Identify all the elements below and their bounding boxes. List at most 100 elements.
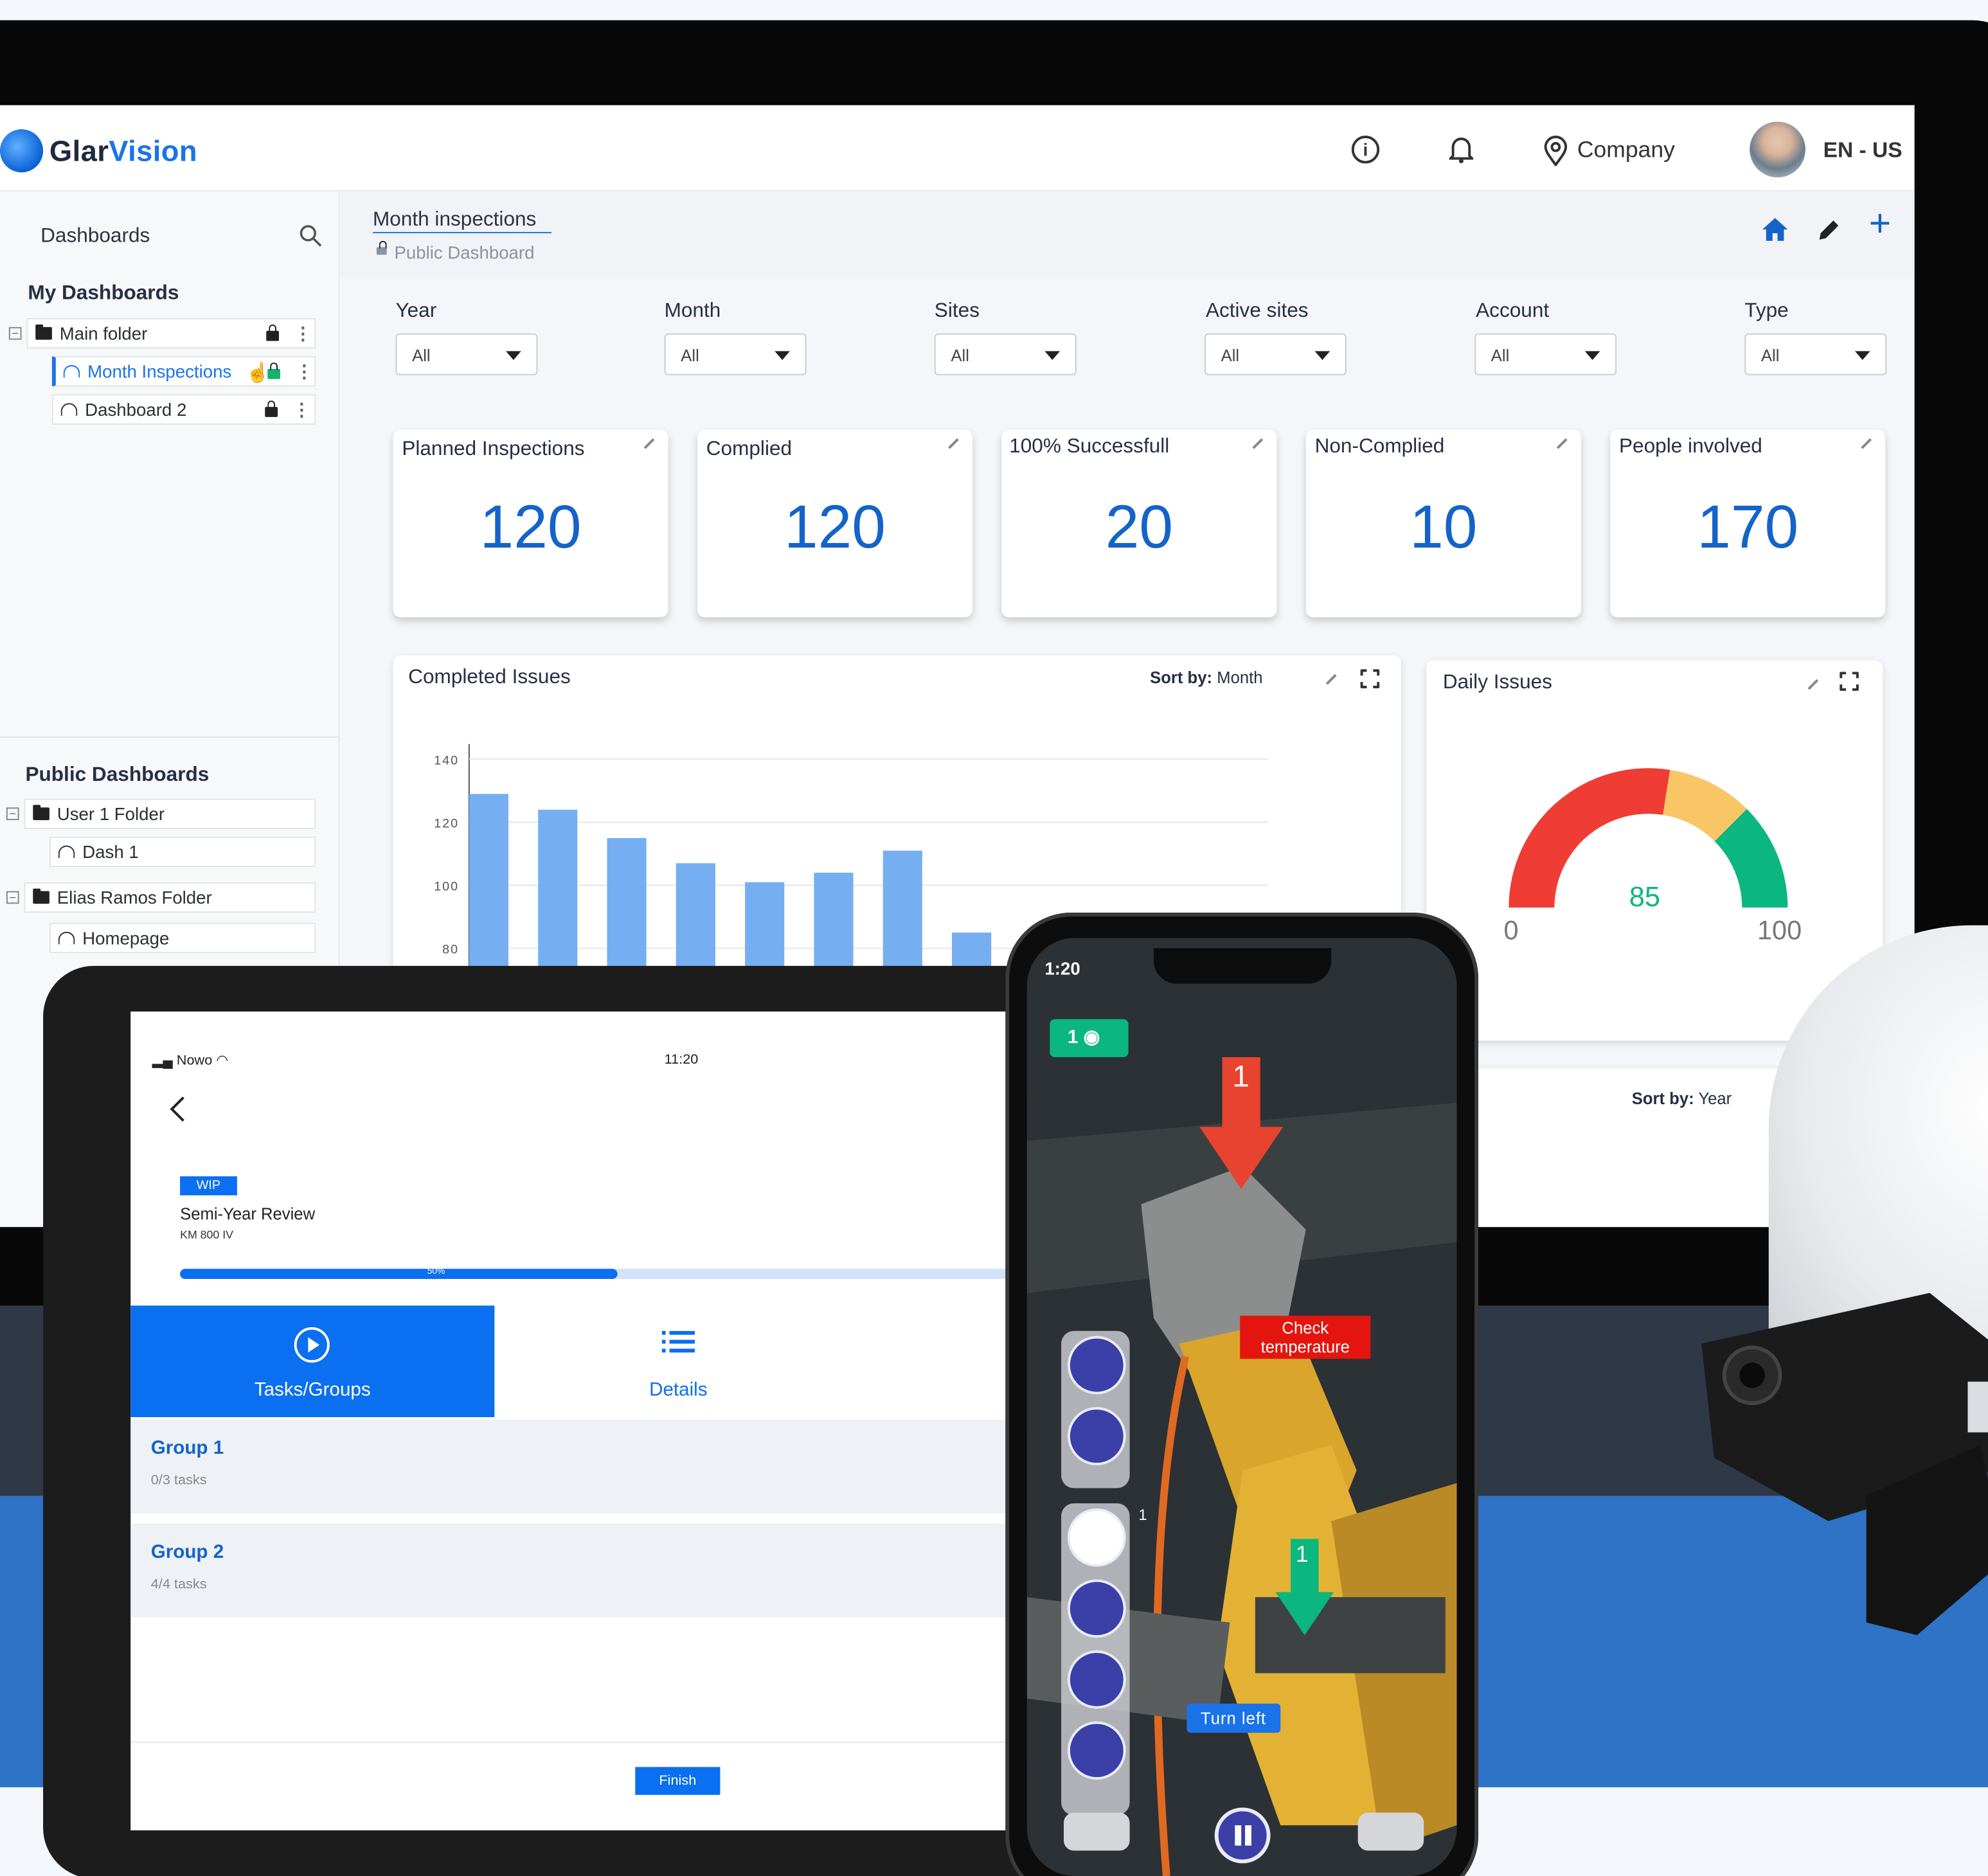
search-icon[interactable] bbox=[300, 224, 323, 247]
edit-icon[interactable] bbox=[948, 438, 959, 449]
y-tick-label: 120 bbox=[434, 816, 459, 830]
collapse-folder-icon[interactable]: − bbox=[6, 891, 19, 904]
edit-icon[interactable] bbox=[643, 438, 655, 449]
tablet-device: ▂▄ Nowo ◠ 11:20 WIP Semi-Year Review KM … bbox=[43, 965, 1121, 1876]
eye-icon: ◉ bbox=[1083, 1026, 1100, 1049]
tab-tasks-groups[interactable]: Tasks/Groups bbox=[130, 1305, 495, 1418]
sidebar-item-dashboard-2[interactable]: Dashboard 2 ⋮ bbox=[51, 394, 316, 425]
menu-dropdown-icon[interactable] bbox=[1064, 1812, 1130, 1851]
gauge-min: 0 bbox=[1503, 916, 1519, 946]
progress-track: 50% bbox=[180, 1267, 1044, 1280]
page-title: Month inspections bbox=[372, 209, 552, 233]
filter-active-sites-select[interactable]: All bbox=[1204, 333, 1347, 375]
sidebar-folder-main[interactable]: Main folder ⋮ bbox=[26, 318, 316, 349]
group-row[interactable]: Group 2 4/4 tasks bbox=[130, 1523, 1044, 1618]
kpi-card-successful[interactable]: 100% Successfull 20 bbox=[1001, 429, 1277, 618]
draw-pen-icon[interactable] bbox=[1070, 1510, 1124, 1564]
phone-screen: 1:20 1 ◉ 1 Check temperature 1 Turn left… bbox=[1026, 938, 1457, 1876]
sidebar-divider bbox=[0, 736, 340, 738]
sort-prefix: Sort by: bbox=[1631, 1089, 1694, 1108]
edit-icon[interactable] bbox=[1861, 438, 1872, 449]
fullscreen-icon[interactable] bbox=[1838, 670, 1860, 692]
folder-icon bbox=[33, 888, 49, 904]
group-row[interactable]: Group 1 0/3 tasks bbox=[130, 1419, 1044, 1514]
kpi-title: People involved bbox=[1619, 436, 1762, 458]
sidebar-item-month-inspections[interactable]: Month Inspections ☝ ⋮ bbox=[51, 356, 316, 387]
smart-glasses-camera-image bbox=[1676, 1267, 1988, 1636]
filter-account-label: Account bbox=[1476, 300, 1550, 322]
kpi-card-non-complied[interactable]: Non-Complied 10 bbox=[1305, 429, 1581, 618]
filter-sites-label: Sites bbox=[934, 300, 980, 322]
edit-icon[interactable] bbox=[1556, 438, 1568, 449]
call-dropdown-icon[interactable] bbox=[1357, 1812, 1424, 1851]
home-icon[interactable] bbox=[1761, 217, 1789, 242]
location-pin-icon bbox=[1543, 136, 1568, 167]
more-options-icon[interactable]: ⋮ bbox=[293, 398, 311, 420]
tool-counter: 1 bbox=[1138, 1506, 1147, 1524]
folder-icon[interactable] bbox=[1070, 1409, 1124, 1463]
sidebar-folder-user1[interactable]: User 1 Folder bbox=[24, 798, 316, 829]
dashboard-icon bbox=[60, 403, 78, 416]
edit-icon[interactable] bbox=[1816, 218, 1841, 243]
filter-active-sites-label: Active sites bbox=[1205, 300, 1309, 322]
tablet-screen: ▂▄ Nowo ◠ 11:20 WIP Semi-Year Review KM … bbox=[130, 1011, 1044, 1831]
undo-icon[interactable] bbox=[1070, 1724, 1124, 1778]
viewers-badge: 1 ◉ bbox=[1050, 1019, 1129, 1057]
folder-label: User 1 Folder bbox=[57, 803, 165, 824]
more-options-icon[interactable]: ⋮ bbox=[296, 361, 314, 382]
sort-selector[interactable]: Sort by: Year bbox=[1632, 1089, 1732, 1108]
filter-year-select[interactable]: All bbox=[395, 333, 538, 375]
tab-details[interactable]: Details bbox=[494, 1305, 862, 1417]
footer-divider bbox=[130, 1741, 1044, 1743]
trash-icon[interactable] bbox=[1070, 1652, 1124, 1706]
annotation-check-temperature[interactable]: Check temperature bbox=[1240, 1316, 1371, 1359]
kpi-value: 20 bbox=[1105, 494, 1174, 562]
phone-notch bbox=[1154, 948, 1332, 984]
annotation-turn-left[interactable]: Turn left bbox=[1187, 1703, 1280, 1733]
chat-icon[interactable] bbox=[1070, 1338, 1124, 1392]
kpi-card-people-involved[interactable]: People involved 170 bbox=[1610, 429, 1886, 618]
filter-account-select[interactable]: All bbox=[1474, 333, 1617, 375]
add-icon[interactable]: + bbox=[1869, 205, 1892, 244]
sidebar-item-dash-1[interactable]: Dash 1 bbox=[49, 836, 316, 868]
pause-button[interactable] bbox=[1214, 1807, 1271, 1864]
user-avatar[interactable] bbox=[1750, 121, 1805, 178]
lock-icon bbox=[265, 400, 278, 417]
company-selector[interactable]: Company bbox=[1577, 137, 1675, 163]
text-tool-icon[interactable] bbox=[1070, 1582, 1124, 1636]
sidebar-item-homepage[interactable]: Homepage bbox=[49, 922, 316, 954]
sidebar-item-label: Dashboard 2 bbox=[85, 399, 187, 420]
kpi-card-complied[interactable]: Complied 120 bbox=[697, 429, 972, 618]
sidebar-folder-elias-ramos[interactable]: Elias Ramos Folder bbox=[24, 882, 316, 913]
filter-type-label: Type bbox=[1744, 300, 1789, 322]
tablet-status-carrier: ▂▄ Nowo ◠ bbox=[152, 1053, 229, 1069]
info-icon[interactable]: i bbox=[1351, 136, 1380, 164]
sidebar-item-label: Dash 1 bbox=[82, 841, 139, 862]
review-title: Semi-Year Review bbox=[180, 1204, 316, 1224]
red-marker-number: 1 bbox=[1232, 1059, 1249, 1094]
my-dashboards-heading: My Dashboards bbox=[28, 282, 179, 305]
kpi-title: Planned Inspections bbox=[402, 438, 585, 460]
filter-sites-select[interactable]: All bbox=[934, 333, 1077, 375]
kpi-card-planned-inspections[interactable]: Planned Inspections 120 bbox=[393, 429, 668, 618]
carrier-name: Nowo bbox=[176, 1053, 213, 1069]
gauge-max: 100 bbox=[1757, 916, 1802, 946]
filter-month-select[interactable]: All bbox=[664, 333, 807, 375]
fullscreen-icon[interactable] bbox=[1359, 668, 1381, 690]
glarvision-logo-icon bbox=[0, 129, 44, 173]
filter-type-select[interactable]: All bbox=[1744, 333, 1887, 375]
back-chevron-icon[interactable] bbox=[170, 1096, 195, 1122]
more-options-icon[interactable]: ⋮ bbox=[294, 323, 312, 344]
edit-icon[interactable] bbox=[1252, 438, 1264, 449]
language-selector[interactable]: EN - US bbox=[1823, 138, 1903, 163]
tab-label: Tasks/Groups bbox=[254, 1379, 371, 1401]
edit-icon[interactable] bbox=[1325, 674, 1337, 685]
sort-selector[interactable]: Sort by: Month bbox=[1150, 668, 1262, 687]
collapse-main-folder-icon[interactable]: − bbox=[8, 326, 22, 340]
tablet-tabs: Tasks/Groups Details bbox=[130, 1305, 1043, 1418]
kpi-title: Complied bbox=[706, 438, 793, 460]
bell-icon[interactable] bbox=[1447, 136, 1475, 164]
edit-icon[interactable] bbox=[1807, 679, 1819, 690]
finish-button[interactable]: Finish bbox=[635, 1767, 721, 1795]
collapse-folder-icon[interactable]: − bbox=[6, 807, 19, 821]
